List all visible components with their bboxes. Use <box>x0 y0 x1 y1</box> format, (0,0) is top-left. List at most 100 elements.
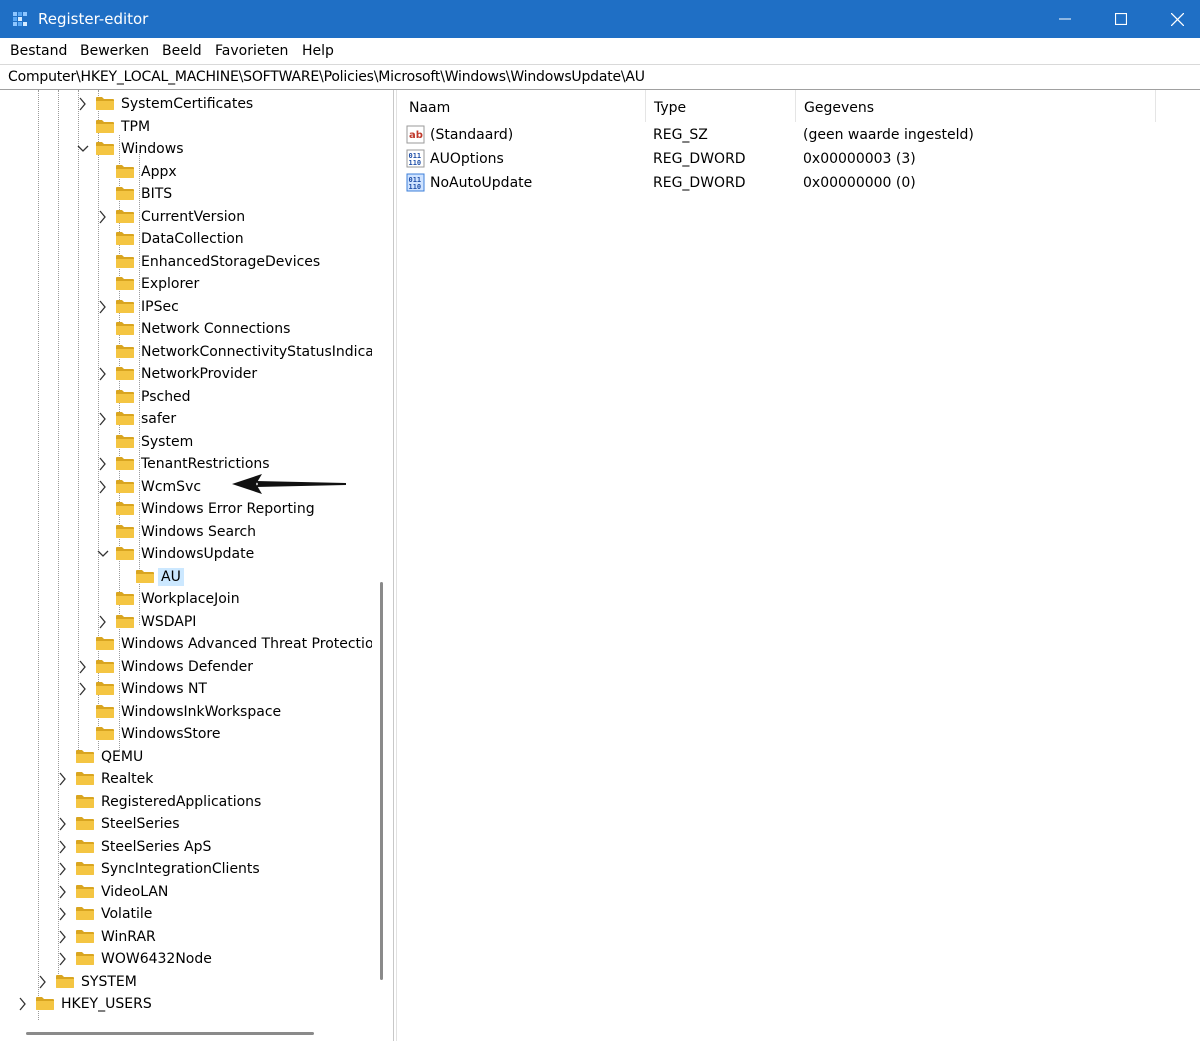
tree-node[interactable]: Psched <box>0 386 372 408</box>
tree-node[interactable]: SteelSeries <box>0 813 372 835</box>
tree-node[interactable]: Windows NT <box>0 678 372 700</box>
chevron-right-icon[interactable] <box>97 367 109 381</box>
value-row[interactable]: 011 110 NoAutoUpdate REG_DWORD 0x0000000… <box>401 171 1200 195</box>
tree-horizontal-scroll-thumb[interactable] <box>26 1032 314 1035</box>
tree-node[interactable]: Windows Advanced Threat Protection <box>0 633 372 655</box>
value-name: (Standaard) <box>430 127 514 143</box>
tree-node[interactable]: Appx <box>0 161 372 183</box>
column-header-gegevens[interactable]: Gegevens <box>796 90 1156 122</box>
folder-icon <box>116 614 134 628</box>
chevron-right-icon[interactable] <box>97 615 109 629</box>
tree-node[interactable]: safer <box>0 408 372 430</box>
tree-vertical-scroll-thumb[interactable] <box>380 582 383 980</box>
tree-node[interactable]: QEMU <box>0 746 372 768</box>
tree-node-label: safer <box>141 411 177 427</box>
tree-node[interactable]: SyncIntegrationClients <box>0 858 372 880</box>
chevron-right-icon[interactable] <box>57 952 69 966</box>
menu-beeld[interactable]: Beeld <box>162 42 202 60</box>
chevron-right-icon[interactable] <box>57 907 69 921</box>
tree-node[interactable]: EnhancedStorageDevices <box>0 251 372 273</box>
tree-node[interactable]: WindowsInkWorkspace <box>0 701 372 723</box>
menu-bestand[interactable]: Bestand <box>10 42 67 60</box>
close-button[interactable] <box>1149 0 1200 38</box>
menu-bewerken[interactable]: Bewerken <box>80 42 149 60</box>
column-header-type[interactable]: Type <box>646 90 796 122</box>
tree-node[interactable]: NetworkConnectivityStatusIndicator <box>0 341 372 363</box>
tree-node[interactable]: TPM <box>0 116 372 138</box>
tree-node[interactable]: WSDAPI <box>0 611 372 633</box>
tree-node[interactable]: WorkplaceJoin <box>0 588 372 610</box>
tree-node[interactable]: DataCollection <box>0 228 372 250</box>
chevron-right-icon[interactable] <box>57 840 69 854</box>
address-path[interactable]: Computer\HKEY_LOCAL_MACHINE\SOFTWARE\Pol… <box>8 68 645 86</box>
tree-node[interactable]: Windows Search <box>0 521 372 543</box>
tree-node[interactable]: NetworkProvider <box>0 363 372 385</box>
tree-node[interactable]: Windows Defender <box>0 656 372 678</box>
maximize-button[interactable] <box>1093 0 1149 38</box>
folder-icon <box>116 457 134 470</box>
tree-node[interactable]: IPSec <box>0 296 372 318</box>
chevron-right-icon[interactable] <box>57 930 69 944</box>
tree-node[interactable]: Network Connections <box>0 318 372 340</box>
menu-help[interactable]: Help <box>302 42 334 60</box>
values-pane[interactable]: Naam Type Gegevens ab (Standaard) REG_SZ… <box>401 90 1200 1041</box>
minimize-button[interactable] <box>1037 0 1093 38</box>
value-row[interactable]: ab (Standaard) REG_SZ (geen waarde inges… <box>401 123 1200 147</box>
tree-node[interactable]: Explorer <box>0 273 372 295</box>
tree-node[interactable]: SystemCertificates <box>0 93 372 115</box>
menu-favorieten[interactable]: Favorieten <box>215 42 288 60</box>
tree-node[interactable]: RegisteredApplications <box>0 791 372 813</box>
tree-node[interactable]: VideoLAN <box>0 881 372 903</box>
tree-node[interactable]: Windows <box>0 138 372 160</box>
chevron-right-icon[interactable] <box>97 210 109 224</box>
tree-node[interactable]: Realtek <box>0 768 372 790</box>
chevron-right-icon[interactable] <box>77 660 89 674</box>
tree-node[interactable]: Windows Error Reporting <box>0 498 372 520</box>
address-bar[interactable]: Computer\HKEY_LOCAL_MACHINE\SOFTWARE\Pol… <box>0 65 1200 90</box>
folder-icon <box>116 524 134 538</box>
chevron-right-icon[interactable] <box>97 300 109 314</box>
tree-node[interactable]: Volatile <box>0 903 372 925</box>
value-name: NoAutoUpdate <box>430 175 533 191</box>
chevron-right-icon[interactable] <box>37 975 49 989</box>
chevron-right-icon[interactable] <box>77 682 89 696</box>
value-row[interactable]: 011 110 AUOptions REG_DWORD 0x00000003 (… <box>401 147 1200 171</box>
tree-node[interactable]: SYSTEM <box>0 971 372 993</box>
svg-text:110: 110 <box>409 159 422 167</box>
title-bar[interactable]: Register-editor <box>0 0 1200 38</box>
chevron-right-icon[interactable] <box>57 772 69 786</box>
chevron-down-icon[interactable] <box>97 547 109 561</box>
chevron-right-icon[interactable] <box>77 97 89 111</box>
tree-node[interactable]: System <box>0 431 372 453</box>
tree-node-label: WorkplaceJoin <box>141 591 240 607</box>
tree-node[interactable]: WindowsStore <box>0 723 372 745</box>
dword-value-icon: 011 110 <box>406 149 425 168</box>
chevron-right-icon[interactable] <box>57 817 69 831</box>
chevron-down-icon[interactable] <box>77 142 89 156</box>
column-header-naam[interactable]: Naam <box>401 90 646 122</box>
tree-node[interactable]: BITS <box>0 183 372 205</box>
folder-icon <box>96 142 114 155</box>
chevron-right-icon[interactable] <box>97 480 109 494</box>
folder-icon <box>116 367 134 380</box>
tree-node[interactable]: WindowsUpdate <box>0 543 372 565</box>
tree-node-label: Explorer <box>141 276 200 292</box>
tree-node[interactable]: CurrentVersion <box>0 206 372 228</box>
chevron-right-icon[interactable] <box>97 412 109 426</box>
tree-node[interactable]: AU <box>0 566 372 588</box>
folder-icon <box>96 727 114 740</box>
chevron-right-icon[interactable] <box>57 885 69 899</box>
chevron-right-icon[interactable] <box>57 862 69 876</box>
chevron-right-icon[interactable] <box>97 457 109 471</box>
tree-node-label: Windows Defender <box>121 658 254 675</box>
tree-node-label: WindowsStore <box>121 726 221 742</box>
tree-node-label: SYSTEM <box>81 973 137 990</box>
tree-node[interactable]: HKEY_USERS <box>0 993 372 1015</box>
value-type: REG_DWORD <box>653 175 746 191</box>
key-tree-pane[interactable]: SystemCertificates TPM Windows Appx BITS Curr… <box>0 90 394 1041</box>
folder-icon <box>116 187 134 200</box>
chevron-right-icon[interactable] <box>17 997 29 1011</box>
tree-node[interactable]: WOW6432Node <box>0 948 372 970</box>
tree-node[interactable]: SteelSeries ApS <box>0 836 372 858</box>
tree-node[interactable]: WinRAR <box>0 926 372 948</box>
